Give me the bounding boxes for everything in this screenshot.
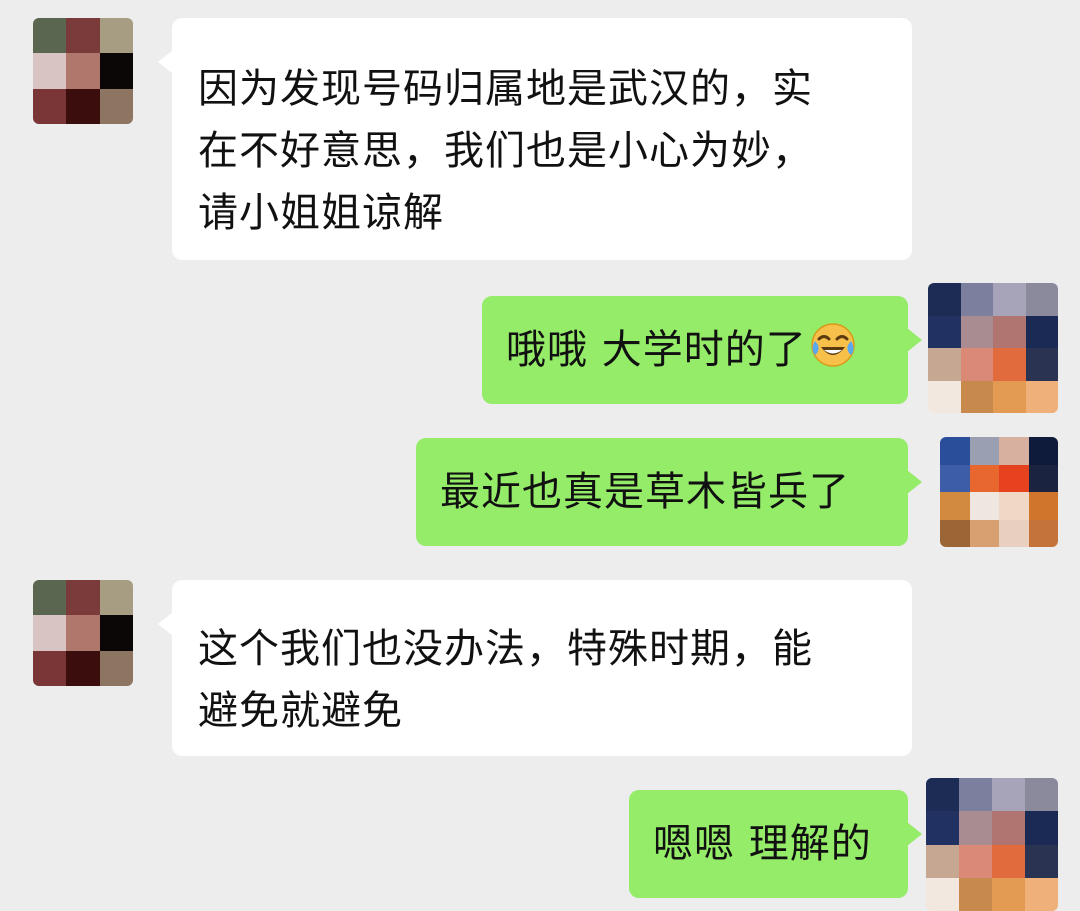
message-text-line: 避免就避免 [198,688,403,734]
my-avatar[interactable] [940,437,1058,547]
message-text-line: 在不好意思，我们也是小心为妙， [198,128,813,174]
message-text: 嗯嗯 理解的 [653,821,872,867]
chat-window: 因为发现号码归属地是武汉的，实 在不好意思，我们也是小心为妙， 请小姐姐谅解 哦… [0,0,1080,911]
my-avatar[interactable] [926,778,1058,911]
face-with-tears-of-joy-icon [810,323,855,367]
message-text-line: 这个我们也没办法，特殊时期，能 [198,626,813,672]
my-avatar[interactable] [928,283,1058,413]
contact-avatar[interactable] [33,18,133,124]
incoming-message-bubble[interactable]: 因为发现号码归属地是武汉的，实 在不好意思，我们也是小心为妙， 请小姐姐谅解 [158,18,912,260]
outgoing-message-bubble[interactable]: 嗯嗯 理解的 [629,790,922,898]
outgoing-message-bubble[interactable]: 最近也真是草木皆兵了 [416,438,922,546]
message-text-line: 因为发现号码归属地是武汉的，实 [198,66,813,112]
message-text: 最近也真是草木皆兵了 [440,469,850,515]
incoming-message-bubble[interactable]: 这个我们也没办法，特殊时期，能 避免就避免 [158,580,912,756]
outgoing-message-bubble[interactable]: 哦哦 大学时的了 [482,296,922,404]
message-text: 哦哦 大学时的了 [506,327,807,373]
contact-avatar[interactable] [33,580,133,686]
message-text-line: 请小姐姐谅解 [198,190,444,236]
